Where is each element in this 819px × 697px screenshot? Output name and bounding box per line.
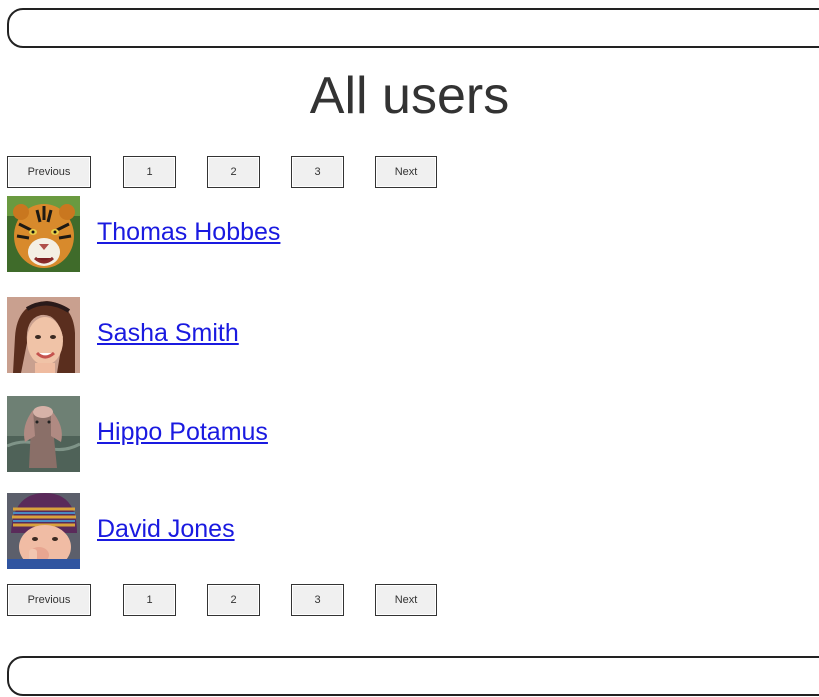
page-1-button[interactable]: 1 xyxy=(123,584,176,616)
user-name-link[interactable]: Hippo Potamus xyxy=(97,418,268,447)
page-2-button[interactable]: 2 xyxy=(207,584,260,616)
child-in-beanie-avatar[interactable] xyxy=(7,493,80,569)
user-list-item: David Jones xyxy=(7,493,607,569)
user-list-item: Hippo Potamus xyxy=(7,396,607,472)
hippo-avatar[interactable] xyxy=(7,396,80,472)
page-title: All users xyxy=(309,67,510,125)
bottom-bar xyxy=(7,656,819,696)
woman-portrait-avatar[interactable] xyxy=(7,297,80,373)
next-page-button[interactable]: Next xyxy=(375,584,437,616)
pagination-top: Previous 1 2 3 Next xyxy=(7,156,447,188)
top-bar xyxy=(7,8,819,48)
user-list-item: Thomas Hobbes xyxy=(7,196,607,272)
tiger-avatar[interactable] xyxy=(7,196,80,272)
pagination-bottom: Previous 1 2 3 Next xyxy=(7,584,447,616)
user-name-link[interactable]: Thomas Hobbes xyxy=(97,218,280,247)
previous-page-button[interactable]: Previous xyxy=(7,584,91,616)
page-2-button[interactable]: 2 xyxy=(207,156,260,188)
user-name-link[interactable]: David Jones xyxy=(97,515,235,544)
next-page-button[interactable]: Next xyxy=(375,156,437,188)
page-3-button[interactable]: 3 xyxy=(291,156,344,188)
user-name-link[interactable]: Sasha Smith xyxy=(97,319,239,348)
previous-page-button[interactable]: Previous xyxy=(7,156,91,188)
page-3-button[interactable]: 3 xyxy=(291,584,344,616)
user-list-item: Sasha Smith xyxy=(7,297,607,373)
page-1-button[interactable]: 1 xyxy=(123,156,176,188)
